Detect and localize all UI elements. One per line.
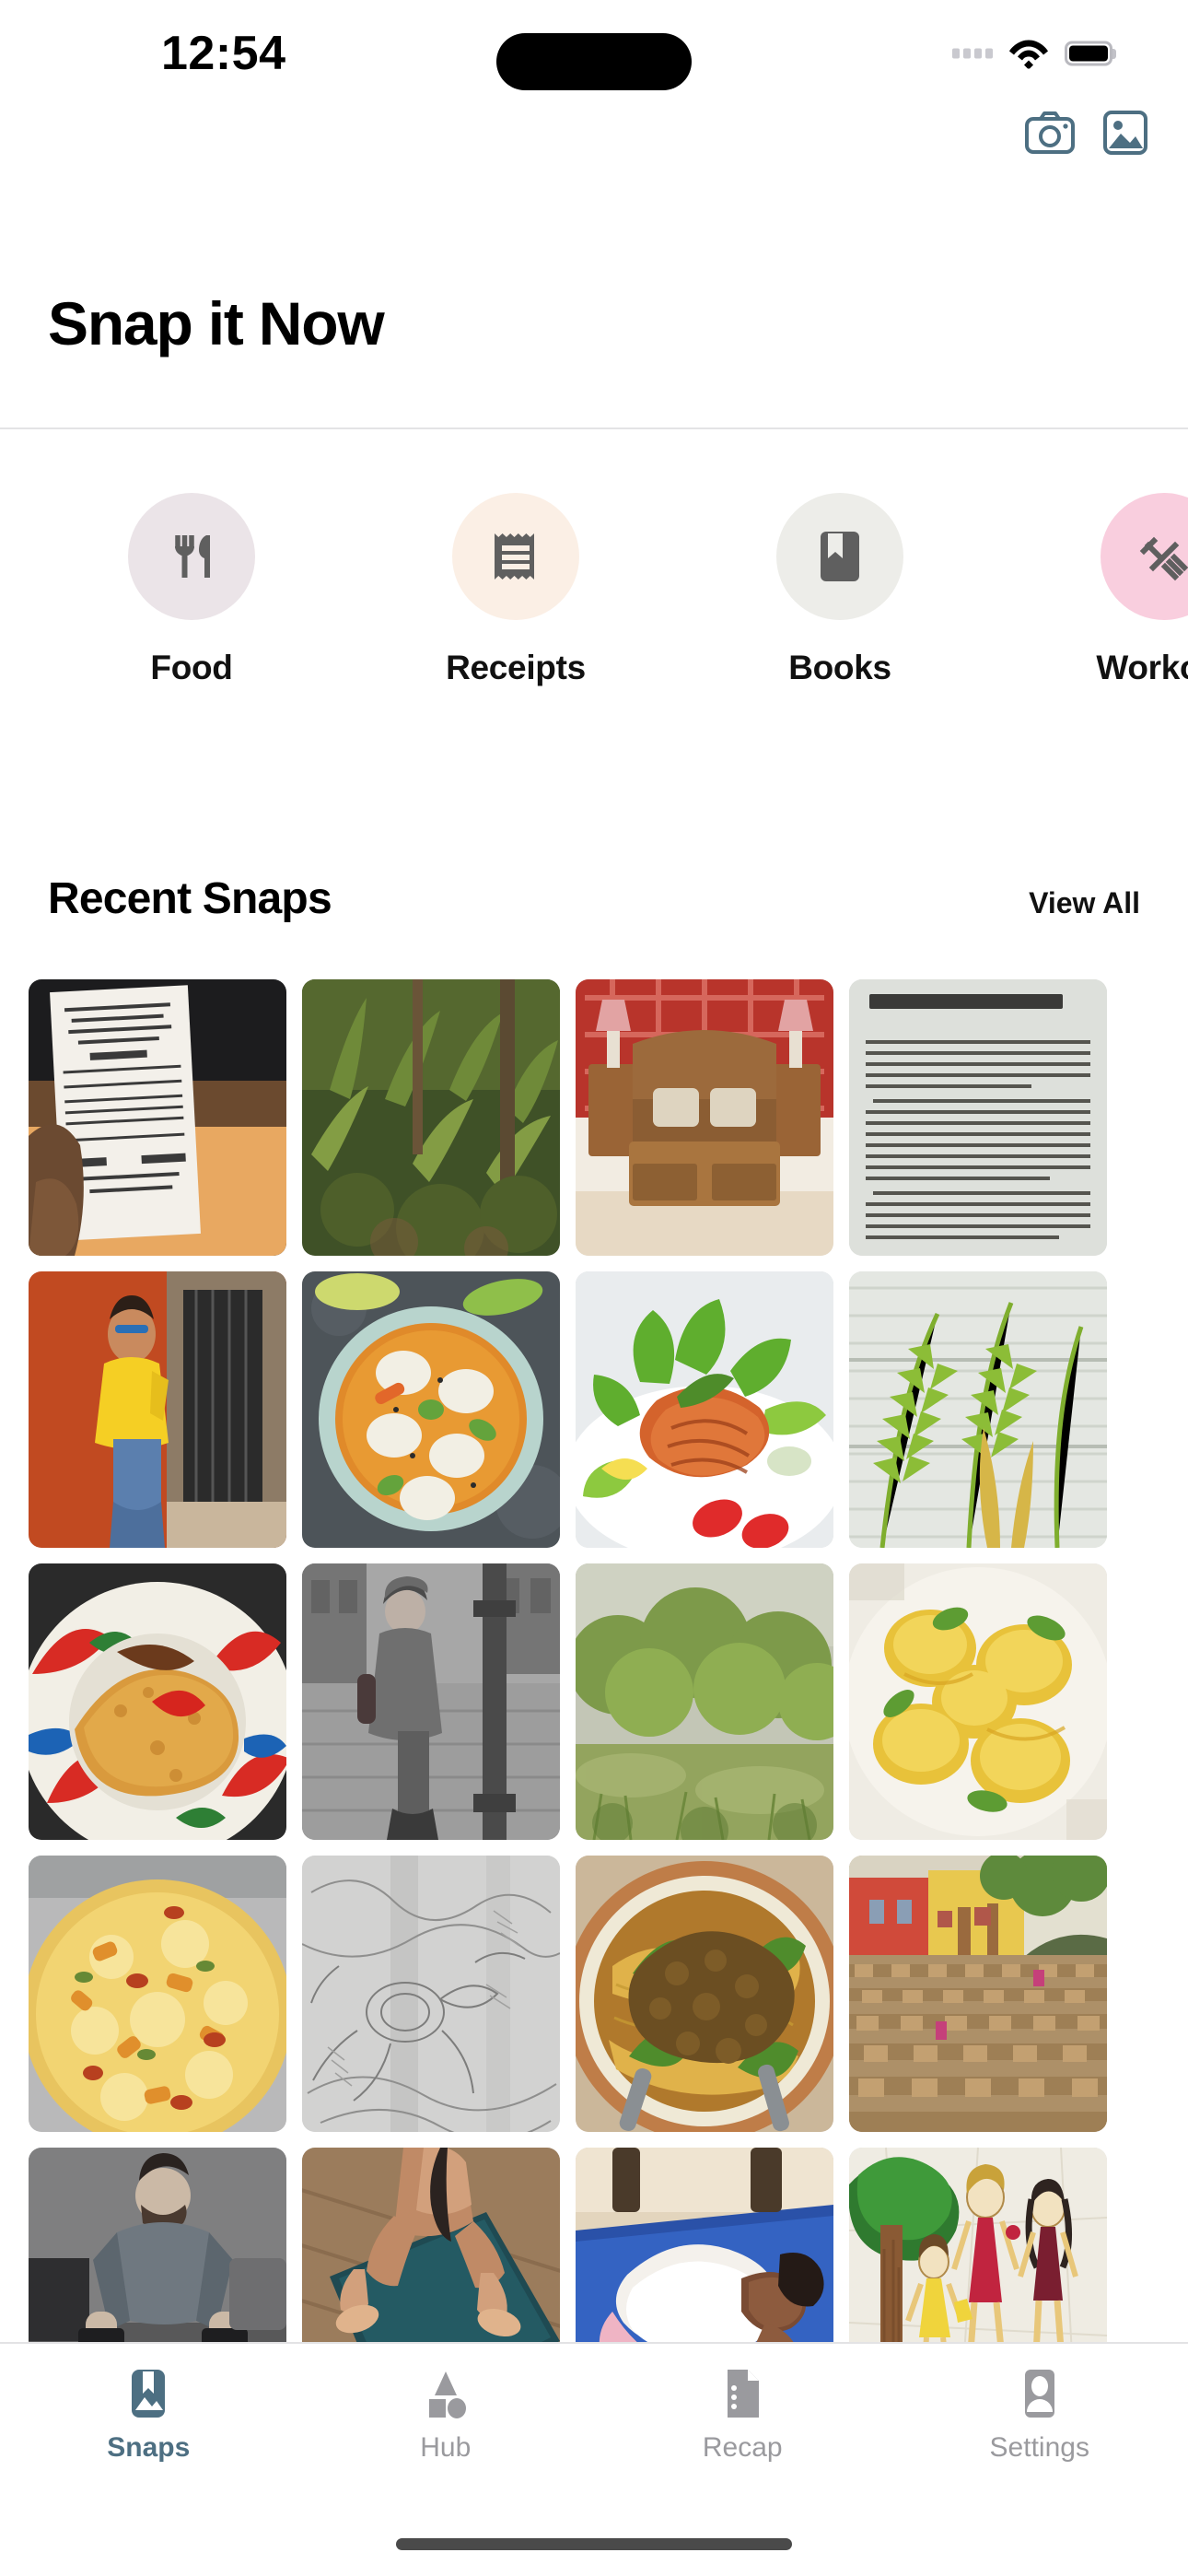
snap-thumbnail — [29, 1271, 286, 1548]
category-label: Food — [150, 649, 233, 686]
photo-library-icon — [1103, 111, 1147, 155]
snap-tile[interactable] — [29, 2148, 286, 2343]
snap-tile[interactable] — [576, 2148, 833, 2343]
recent-snaps-grid[interactable] — [0, 979, 1188, 2343]
category-icon-circle — [1101, 493, 1188, 620]
tab-label: Settings — [989, 2432, 1089, 2463]
fork-knife-icon — [175, 535, 210, 578]
snap-thumbnail — [576, 1563, 833, 1840]
shapes-icon — [428, 2371, 466, 2418]
signal-dots-icon — [952, 48, 993, 59]
category-label: Receipts — [446, 649, 586, 686]
snap-thumbnail — [302, 1856, 560, 2132]
snap-thumbnail — [576, 2148, 833, 2343]
snap-tile[interactable] — [849, 979, 1107, 1256]
status-time: 12:54 — [161, 27, 286, 80]
snap-thumbnail — [576, 979, 833, 1256]
snap-tile[interactable] — [302, 1563, 560, 1840]
receipt-icon — [495, 533, 534, 580]
snap-tile[interactable] — [29, 979, 286, 1256]
book-bookmark-icon — [821, 532, 859, 581]
snap-thumbnail — [29, 1563, 286, 1840]
tab-label: Snaps — [107, 2432, 191, 2463]
top-action-bar — [1024, 107, 1151, 158]
snap-thumbnail — [576, 1856, 833, 2132]
category-icon-circle — [128, 493, 255, 620]
snap-tile[interactable] — [29, 1271, 286, 1548]
category-icon-circle — [776, 493, 903, 620]
category-item-receipts[interactable]: Receipts — [372, 493, 659, 687]
snap-tile[interactable] — [576, 979, 833, 1256]
page-title: Snap it Now — [48, 289, 385, 357]
dynamic-island — [496, 33, 692, 90]
section-title: Recent Snaps — [48, 874, 332, 923]
snap-tile[interactable] — [29, 1563, 286, 1840]
app-screen: 12:54 Snap it Now Food Receipts Books Wo… — [0, 0, 1188, 2576]
snap-tile[interactable] — [302, 1856, 560, 2132]
camera-icon — [1025, 111, 1075, 154]
category-item-food[interactable]: Food — [48, 493, 335, 687]
snap-tile[interactable] — [302, 1271, 560, 1548]
snap-thumbnail — [576, 1271, 833, 1548]
snap-thumbnail — [849, 2148, 1107, 2343]
battery-icon — [1065, 41, 1112, 66]
category-icon-circle — [452, 493, 579, 620]
tab-hub[interactable]: Hub — [297, 2368, 595, 2464]
header-divider — [0, 427, 1188, 429]
recent-snaps-header: Recent Snaps View All — [0, 873, 1188, 924]
snap-thumbnail — [849, 979, 1107, 1256]
snap-tile[interactable] — [576, 1856, 833, 2132]
snap-thumbnail — [849, 1563, 1107, 1840]
snap-thumbnail — [302, 979, 560, 1256]
category-item-books[interactable]: Books — [696, 493, 984, 687]
snap-tile[interactable] — [576, 1563, 833, 1840]
snap-thumbnail — [302, 2148, 560, 2343]
snap-tile[interactable] — [849, 1856, 1107, 2132]
status-indicators — [952, 39, 1112, 69]
tab-label: Recap — [702, 2432, 783, 2463]
snap-tile[interactable] — [849, 1563, 1107, 1840]
snap-tile[interactable] — [849, 1271, 1107, 1548]
snap-thumbnail — [302, 1271, 560, 1548]
view-all-link[interactable]: View All — [1029, 886, 1140, 920]
tab-label: Hub — [420, 2432, 472, 2463]
tab-recap[interactable]: Recap — [594, 2368, 891, 2464]
category-label: Workout — [1096, 649, 1188, 686]
tab-settings[interactable]: Settings — [891, 2368, 1188, 2464]
snap-tile[interactable] — [302, 979, 560, 1256]
dumbbell-icon — [1139, 536, 1188, 581]
snap-tile[interactable] — [576, 1271, 833, 1548]
tab-snaps[interactable]: Snaps — [0, 2368, 297, 2464]
home-indicator — [396, 2538, 792, 2550]
document-icon — [728, 2370, 760, 2418]
snap-thumbnail — [29, 979, 286, 1256]
category-row: Food Receipts Books Work — [0, 493, 1188, 687]
category-item-workout[interactable]: Workout — [1020, 493, 1188, 687]
camera-button[interactable] — [1024, 107, 1076, 158]
snap-tile[interactable] — [302, 2148, 560, 2343]
snap-thumbnail — [849, 1271, 1107, 1548]
category-label: Books — [788, 649, 891, 686]
snap-thumbnail — [29, 2148, 286, 2343]
snap-thumbnail — [29, 1856, 286, 2132]
snap-tile[interactable] — [29, 1856, 286, 2132]
status-bar: 12:54 — [0, 0, 1188, 106]
wifi-icon — [1009, 40, 1048, 69]
snap-thumbnail — [302, 1563, 560, 1840]
person-badge-icon — [1024, 2370, 1054, 2418]
gallery-button[interactable] — [1100, 107, 1151, 158]
snap-thumbnail — [849, 1856, 1107, 2132]
photo-bookmark-icon — [132, 2370, 166, 2418]
snap-tile[interactable] — [849, 2148, 1107, 2343]
